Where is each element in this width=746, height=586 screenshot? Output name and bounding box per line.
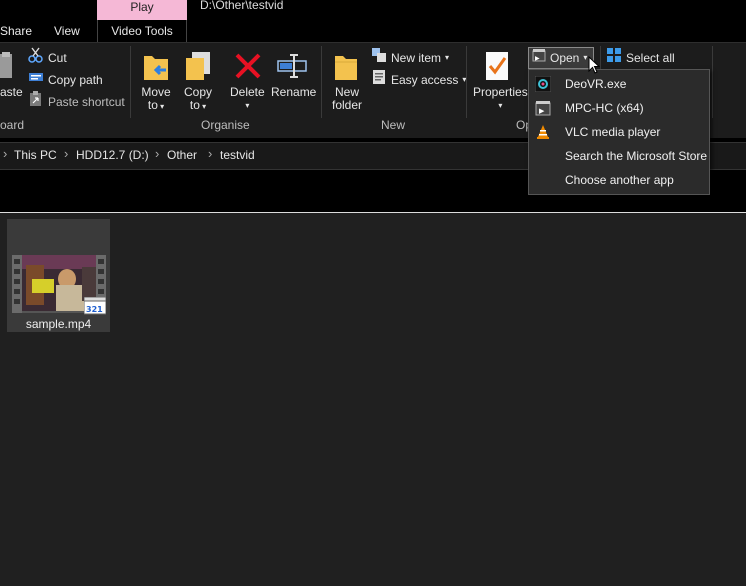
rename-button[interactable]: Rename — [271, 86, 316, 99]
copy-path-label: Copy path — [48, 73, 103, 87]
easy-access-button[interactable]: Easy access ▾ — [371, 70, 466, 90]
paste-shortcut-label: Paste shortcut — [48, 95, 125, 109]
copy-to-label-line2: to — [189, 98, 200, 112]
copy-path-icon — [28, 69, 44, 91]
paste-button[interactable]: aste — [0, 86, 23, 99]
move-to-label-line2: to — [147, 98, 158, 112]
delete-button[interactable]: Delete ▾ — [230, 86, 265, 112]
select-all-icon — [606, 47, 622, 69]
new-group-label: New — [381, 118, 406, 132]
organise-group-label: Organise — [201, 118, 250, 132]
new-item-label: New item — [391, 51, 442, 65]
chevron-right-icon: › — [208, 146, 213, 161]
copy-to-button[interactable]: Copy to ▾ — [180, 86, 216, 113]
new-folder-icon — [333, 50, 361, 85]
breadcrumb-other[interactable]: Other — [167, 148, 197, 162]
rename-icon — [276, 52, 308, 83]
open-button-content[interactable]: ▶ Open ▾ — [532, 48, 587, 68]
open-label: Open — [550, 51, 580, 65]
easy-access-label: Easy access — [391, 73, 459, 87]
mpc-hc-icon: ▶ — [535, 100, 551, 116]
menu-item-label: MPC-HC (x64) — [565, 101, 644, 115]
menu-item-label: VLC media player — [565, 125, 661, 139]
mouse-cursor-icon — [588, 55, 601, 77]
chevron-right-icon: › — [3, 146, 8, 161]
breadcrumb-this-pc[interactable]: This PC — [14, 148, 57, 162]
svg-text:▶: ▶ — [539, 107, 545, 115]
chevron-right-icon: › — [155, 146, 160, 161]
svg-text:▶: ▶ — [535, 55, 540, 62]
properties-button[interactable]: Properties ▾ — [473, 86, 528, 112]
tab-video-tools[interactable]: Video Tools — [97, 20, 187, 42]
chevron-down-icon: ▾ — [245, 101, 250, 110]
vlc-icon — [535, 124, 551, 140]
ribbon-separator — [712, 46, 713, 118]
chevron-down-icon: ▾ — [445, 53, 450, 62]
menu-item-deovr[interactable]: DeoVR.exe — [529, 72, 709, 96]
new-item-icon — [371, 47, 387, 69]
chevron-right-icon: › — [64, 146, 69, 161]
paste-icon — [0, 52, 14, 83]
tab-view[interactable]: View — [54, 24, 80, 38]
properties-label: Properties — [473, 85, 528, 99]
content-divider — [0, 212, 746, 213]
breadcrumb-testvid[interactable]: testvid — [220, 148, 255, 162]
menu-item-mpc-hc[interactable]: ▶ MPC-HC (x64) — [529, 96, 709, 120]
copy-to-icon — [184, 50, 214, 85]
cut-label: Cut — [48, 51, 67, 65]
ribbon-separator — [466, 46, 467, 118]
copy-path-button[interactable]: Copy path — [28, 70, 103, 90]
delete-icon — [234, 52, 262, 83]
file-name: sample.mp4 — [25, 317, 92, 331]
select-all-label: Select all — [626, 51, 675, 65]
properties-icon — [484, 50, 512, 85]
contextual-tab-play[interactable]: Play — [97, 0, 187, 20]
ribbon-separator — [321, 46, 322, 118]
tab-share[interactable]: Share — [0, 24, 32, 38]
svg-text:321: 321 — [86, 305, 103, 314]
menu-item-label: Choose another app — [565, 173, 674, 187]
new-folder-label-line2: folder — [331, 98, 363, 112]
open-with-menu: DeoVR.exe ▶ MPC-HC (x64) VLC media playe… — [528, 69, 710, 195]
deovr-icon — [534, 75, 552, 93]
chevron-down-icon: ▾ — [199, 102, 207, 111]
chevron-down-icon: ▾ — [498, 101, 503, 110]
paste-shortcut-button[interactable]: Paste shortcut — [28, 91, 125, 113]
menu-item-search-store[interactable]: Search the Microsoft Store — [529, 144, 709, 168]
menu-item-choose-another-app[interactable]: Choose another app — [529, 168, 709, 192]
mpc-hc-badge-icon: 321 — [83, 296, 107, 318]
easy-access-icon — [371, 69, 387, 91]
breadcrumb-drive[interactable]: HDD12.7 (D:) — [76, 148, 149, 162]
new-folder-button[interactable]: New folder — [330, 86, 364, 112]
scissors-icon — [28, 47, 44, 69]
move-to-button[interactable]: Move to ▾ — [138, 86, 174, 113]
menu-item-label: Search the Microsoft Store — [565, 149, 708, 163]
delete-label: Delete — [230, 85, 265, 99]
window-title-path: D:\Other\testvid — [200, 0, 284, 12]
cut-button[interactable]: Cut — [28, 47, 67, 69]
select-all-button[interactable]: Select all — [606, 48, 675, 68]
chevron-down-icon: ▾ — [157, 102, 165, 111]
chevron-down-icon: ▾ — [583, 53, 588, 62]
clipboard-group-label: oard — [0, 118, 25, 132]
new-item-button[interactable]: New item ▾ — [371, 48, 449, 68]
menu-item-vlc[interactable]: VLC media player — [529, 120, 709, 144]
paste-shortcut-icon — [28, 91, 44, 113]
ribbon-separator — [130, 46, 131, 118]
mpc-hc-icon: ▶ — [532, 48, 546, 68]
move-to-icon — [142, 50, 172, 85]
